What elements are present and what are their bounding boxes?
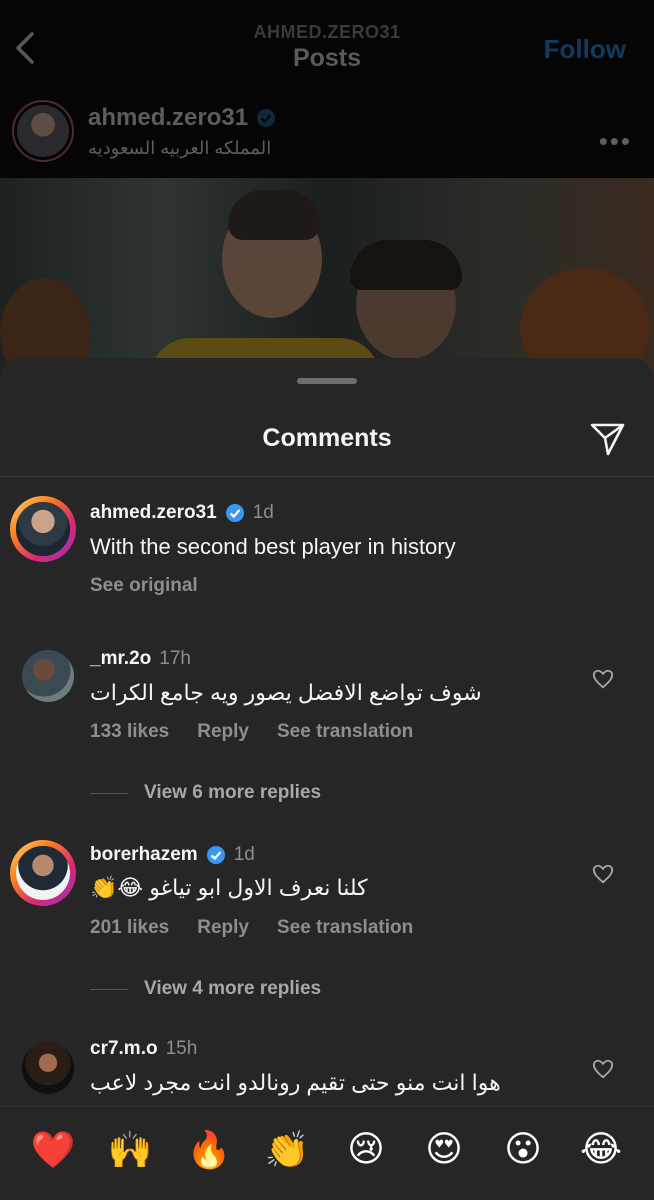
comment-time: 1d (233, 844, 255, 865)
sheet-drag-handle[interactable] (297, 378, 357, 384)
like-heart-icon[interactable] (592, 668, 614, 690)
view-replies-label[interactable]: View 6 more replies (144, 782, 321, 804)
see-translation-link[interactable]: See translation (277, 721, 413, 743)
comment-time: 15h (165, 1038, 198, 1059)
post-header: ahmed.zero31 المملكه العربيه السعوديه ••… (0, 92, 654, 178)
verified-badge-icon (206, 846, 225, 864)
avatar[interactable] (22, 1042, 74, 1094)
top-navigation-bar: AHMED.ZERO31 Posts Follow (0, 0, 654, 92)
post-author-username[interactable]: ahmed.zero31 (88, 104, 248, 132)
comment-text: كلنا نعرف الاول ابو تياغو 😂👏 (90, 875, 368, 900)
post-location[interactable]: المملكه العربيه السعوديه (88, 138, 271, 159)
reply-button[interactable]: Reply (197, 917, 249, 939)
post-image[interactable] (0, 178, 654, 378)
comment-header: borerhazem 1d (90, 844, 255, 866)
heart-emoji-icon[interactable]: ❤️ (27, 1129, 79, 1171)
raising-hands-emoji-icon[interactable]: 🙌 (104, 1129, 156, 1171)
like-heart-icon[interactable] (592, 863, 614, 885)
comment-actions: 201 likes Reply See translation (90, 917, 413, 939)
replies-divider-line (90, 792, 128, 794)
comment-text: هوا انت منو حتى تقيم رونالدو انت مجرد لا… (90, 1070, 501, 1095)
avatar[interactable] (10, 496, 76, 562)
share-icon[interactable] (588, 418, 628, 458)
comment-username[interactable]: borerhazem (90, 844, 198, 866)
comments-sheet: Comments ahmed.zero31 1d With the second… (0, 358, 654, 1200)
crying-face-emoji-icon[interactable]: 😢 (340, 1129, 392, 1170)
more-options-icon[interactable]: ••• (599, 126, 632, 157)
view-replies-button[interactable]: View 6 more replies (90, 782, 321, 804)
caption-time: 1d (252, 502, 274, 523)
replies-divider-line (90, 988, 128, 990)
fire-emoji-icon[interactable]: 🔥 (183, 1129, 235, 1171)
view-replies-label[interactable]: View 4 more replies (144, 978, 321, 1000)
heart-eyes-emoji-icon[interactable]: 😍 (418, 1129, 470, 1170)
avatar[interactable] (10, 840, 76, 906)
laughing-tears-emoji-icon[interactable]: 😂 (575, 1129, 627, 1170)
emoji-reaction-bar: ❤️ 🙌 🔥 👏 😢 😍 😮 😂 (0, 1106, 654, 1200)
comment-text: شوف تواضع الافضل يصور ويه جامع الكرات (90, 680, 482, 705)
comment-username[interactable]: _mr.2o (90, 648, 151, 670)
sheet-divider (0, 476, 654, 477)
likes-count[interactable]: 133 likes (90, 721, 169, 743)
caption-username[interactable]: ahmed.zero31 (90, 502, 217, 524)
post-author-row[interactable]: ahmed.zero31 (88, 104, 276, 132)
verified-badge-icon (257, 109, 276, 127)
sheet-title: Comments (262, 424, 392, 452)
clapping-hands-emoji-icon[interactable]: 👏 (261, 1129, 313, 1171)
comment-actions: 133 likes Reply See translation (90, 721, 413, 743)
verified-badge-icon (225, 504, 244, 522)
follow-button[interactable]: Follow (544, 34, 626, 65)
likes-count[interactable]: 201 likes (90, 917, 169, 939)
see-original-link[interactable]: See original (90, 575, 198, 597)
reply-button[interactable]: Reply (197, 721, 249, 743)
comment-time: 17h (159, 648, 191, 669)
like-heart-icon[interactable] (592, 1058, 614, 1080)
comment-header: cr7.m.o 15h (90, 1038, 197, 1060)
caption-header: ahmed.zero31 1d (90, 502, 274, 524)
see-translation-link[interactable]: See translation (277, 917, 413, 939)
post-author-avatar[interactable] (12, 100, 74, 162)
comment-username[interactable]: cr7.m.o (90, 1038, 158, 1060)
surprised-face-emoji-icon[interactable]: 😮 (497, 1129, 549, 1170)
caption-text: With the second best player in history (90, 534, 456, 559)
comment-header: _mr.2o 17h (90, 648, 191, 670)
avatar[interactable] (22, 650, 74, 702)
view-replies-button[interactable]: View 4 more replies (90, 978, 321, 1000)
